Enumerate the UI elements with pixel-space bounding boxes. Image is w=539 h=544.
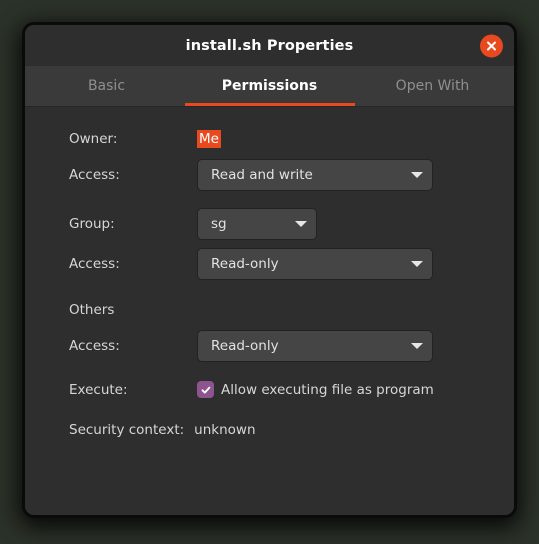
owner-value[interactable]: Me — [197, 129, 221, 148]
security-context-value: unknown — [194, 421, 256, 438]
owner-access-label: Access: — [69, 167, 120, 183]
security-context-label: Security context: — [69, 421, 185, 438]
tab-open-with[interactable]: Open With — [351, 66, 514, 106]
tab-permissions[interactable]: Permissions — [188, 66, 351, 106]
execute-label: Execute: — [69, 381, 128, 398]
title-bar: install.sh Properties — [25, 25, 514, 66]
chevron-down-icon — [295, 221, 307, 227]
security-context-row: Security context: unknown — [25, 417, 514, 442]
tab-bar: Basic Permissions Open With — [25, 66, 514, 107]
group-value: sg — [211, 216, 227, 232]
chevron-down-icon — [411, 261, 423, 267]
group-access-dropdown[interactable]: Read-only — [197, 248, 433, 280]
window-title: install.sh Properties — [185, 37, 354, 54]
others-label: Others — [69, 301, 115, 318]
tab-basic[interactable]: Basic — [25, 66, 188, 106]
others-access-row: Access: Read-only — [25, 330, 514, 362]
owner-access-row: Access: Read and write — [25, 159, 514, 191]
owner-label: Owner: — [69, 130, 118, 147]
group-row: Group: sg — [25, 208, 514, 240]
tab-open-with-label: Open With — [395, 78, 470, 94]
group-dropdown[interactable]: sg — [197, 208, 317, 240]
chevron-down-icon — [411, 172, 423, 178]
owner-row: Owner: Me — [25, 126, 514, 151]
group-access-value: Read-only — [211, 256, 279, 272]
others-access-dropdown[interactable]: Read-only — [197, 330, 433, 362]
close-icon[interactable] — [480, 34, 503, 57]
tab-permissions-label: Permissions — [221, 78, 318, 94]
allow-execute-label[interactable]: Allow executing file as program — [221, 382, 434, 398]
others-row: Others — [25, 297, 514, 322]
tab-basic-label: Basic — [87, 78, 126, 94]
properties-window: install.sh Properties Basic Permissions … — [25, 25, 514, 515]
group-access-label: Access: — [69, 256, 120, 272]
owner-access-dropdown[interactable]: Read and write — [197, 159, 433, 191]
others-access-value: Read-only — [211, 338, 279, 354]
owner-access-value: Read and write — [211, 167, 313, 183]
group-label: Group: — [69, 216, 115, 232]
execute-row: Execute: Allow executing file as program — [25, 377, 514, 402]
allow-execute-checkbox[interactable] — [197, 381, 214, 398]
permissions-panel: Owner: Me Access: Read and write Group: … — [25, 107, 514, 515]
others-access-label: Access: — [69, 338, 120, 354]
chevron-down-icon — [411, 343, 423, 349]
group-access-row: Access: Read-only — [25, 248, 514, 280]
